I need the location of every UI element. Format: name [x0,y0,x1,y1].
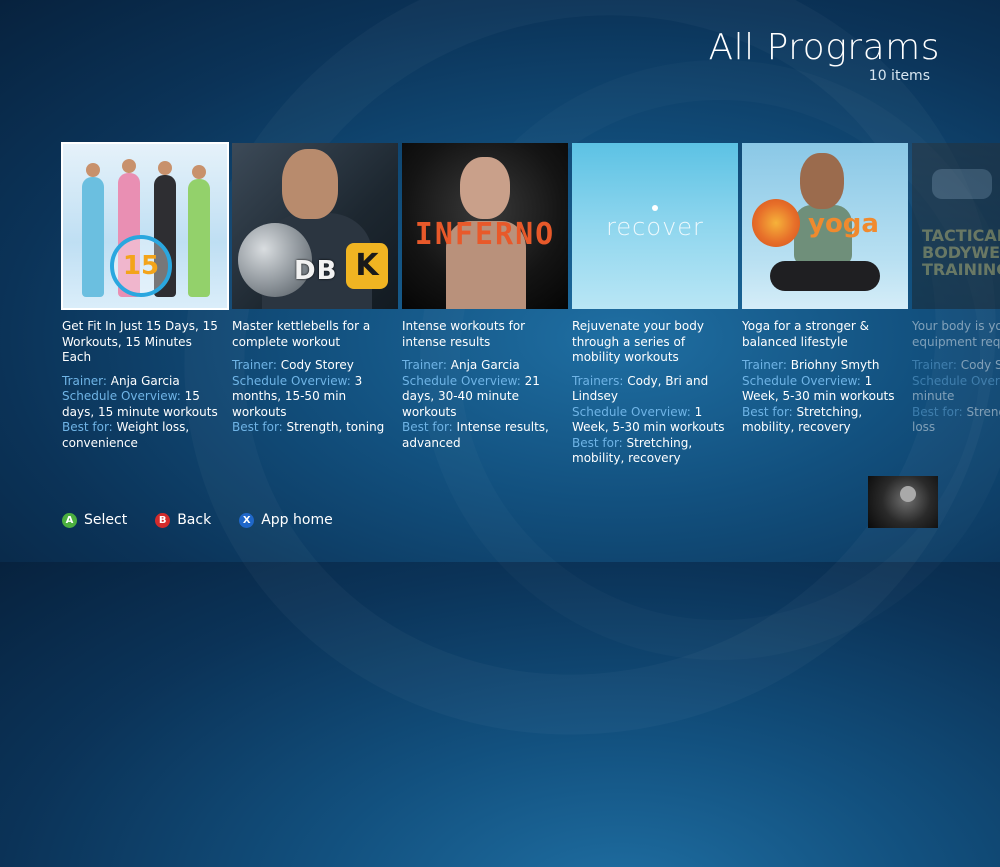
a-button-icon: A [62,512,77,528]
program-logo-kettlebell: K [346,243,388,289]
b-button-icon: B [155,512,171,528]
program-cover-image: recover [572,143,738,309]
program-logo: TACTICAL BODYWEIGHT TRAINING [922,226,1000,279]
trainer-value: Anja Garcia [450,358,520,372]
schedule-label: Schedule Overview: [232,373,351,388]
schedule-label: Schedule Overview: [742,373,861,388]
program-tile-recover[interactable]: recover Rejuvenate your body through a s… [572,143,738,467]
trainer-value: Cody St [960,358,1000,372]
program-cover-image: TACTICAL BODYWEIGHT TRAINING [912,143,1000,309]
program-details: Trainer: Anja Garcia Schedule Overview: … [402,358,568,451]
trainer-label: Trainer: [402,358,447,372]
program-tile-tactical[interactable]: TACTICAL BODYWEIGHT TRAINING Your body i… [912,143,1000,436]
page-title: All Programs [708,27,940,68]
trainer-value: Cody Storey [280,358,354,372]
program-tile-15-days[interactable]: 15 Get Fit In Just 15 Days, 15 Workouts,… [61,142,229,452]
trainer-value: Anja Garcia [110,373,180,388]
back-hint[interactable]: B Back [155,512,211,528]
flower-icon [752,199,800,247]
trainer-value: Briohny Smyth [790,358,880,372]
x-button-icon: X [239,512,255,528]
trainer-label: Trainer: [62,373,107,388]
video-preview-thumbnail[interactable] [868,476,938,528]
back-label: Back [177,512,212,528]
program-details: Trainers: Cody, Bri and Lindsey Schedule… [572,374,738,467]
program-details: Trainer: Anja Garcia Schedule Overview: … [62,374,228,452]
program-description: Master kettlebells for a complete workou… [232,319,371,349]
best-for-label: Best for: [62,420,113,434]
program-list: 15 Get Fit In Just 15 Days, 15 Workouts,… [61,142,1000,483]
program-description: Intense workouts for intense results [402,319,526,349]
best-for-value: Strength, toning [286,420,385,434]
schedule-label: Schedule Overview: [62,389,181,403]
app-home-label: App home [261,512,333,528]
trainer-label: Trainers: [572,373,624,388]
controller-hints: A Select B Back X App home [62,512,333,528]
program-tile-dbk[interactable]: DB K Master kettlebells for a complete w… [232,143,398,436]
trainer-label: Trainer: [742,358,787,372]
best-for-label: Best for: [232,420,283,434]
program-cover-image: 15 [61,142,229,310]
program-logo: yoga [808,209,879,239]
schedule-label: Schedule Overview: [572,404,691,419]
program-description: Yoga for a stronger & balanced lifestyle [742,319,870,349]
program-details: Trainer: Cody Storey Schedule Overview: … [232,358,398,436]
program-cover-image: yoga [742,143,908,309]
best-for-label: Best for: [402,420,453,434]
item-count: 10 items [868,68,930,84]
trainer-label: Trainer: [232,358,277,372]
page-header: All Programs 10 items [708,27,940,85]
program-description: Rejuvenate your body through a series of… [572,319,704,364]
best-for-label: Best for: [572,435,623,450]
schedule-label: Schedule Overview: [402,373,521,388]
program-details: Trainer: Briohny Smyth Schedule Overview… [742,358,908,436]
select-label: Select [84,512,128,528]
program-cover-image: DB K [232,143,398,309]
program-description: Your body is your equipment requ [912,319,1000,349]
best-for-label: Best for: [912,404,963,419]
select-hint[interactable]: A Select [62,512,127,528]
app-home-hint[interactable]: X App home [239,512,333,528]
program-cover-image: INFERNO [402,143,568,309]
program-logo: 15 [110,235,172,297]
best-for-label: Best for: [742,404,793,419]
schedule-label: Schedule Overv [912,373,1000,388]
program-logo: recover [606,213,704,241]
program-tile-yoga[interactable]: yoga Yoga for a stronger & balanced life… [742,143,908,436]
program-description: Get Fit In Just 15 Days, 15 Workouts, 15… [62,319,218,364]
trainer-label: Trainer: [912,358,957,372]
program-logo: INFERNO [414,217,556,252]
program-tile-inferno[interactable]: INFERNO Intense workouts for intense res… [402,143,568,451]
program-logo: DB [294,256,338,286]
program-details: Trainer: Cody St Schedule Overv days, 40… [912,358,1000,436]
